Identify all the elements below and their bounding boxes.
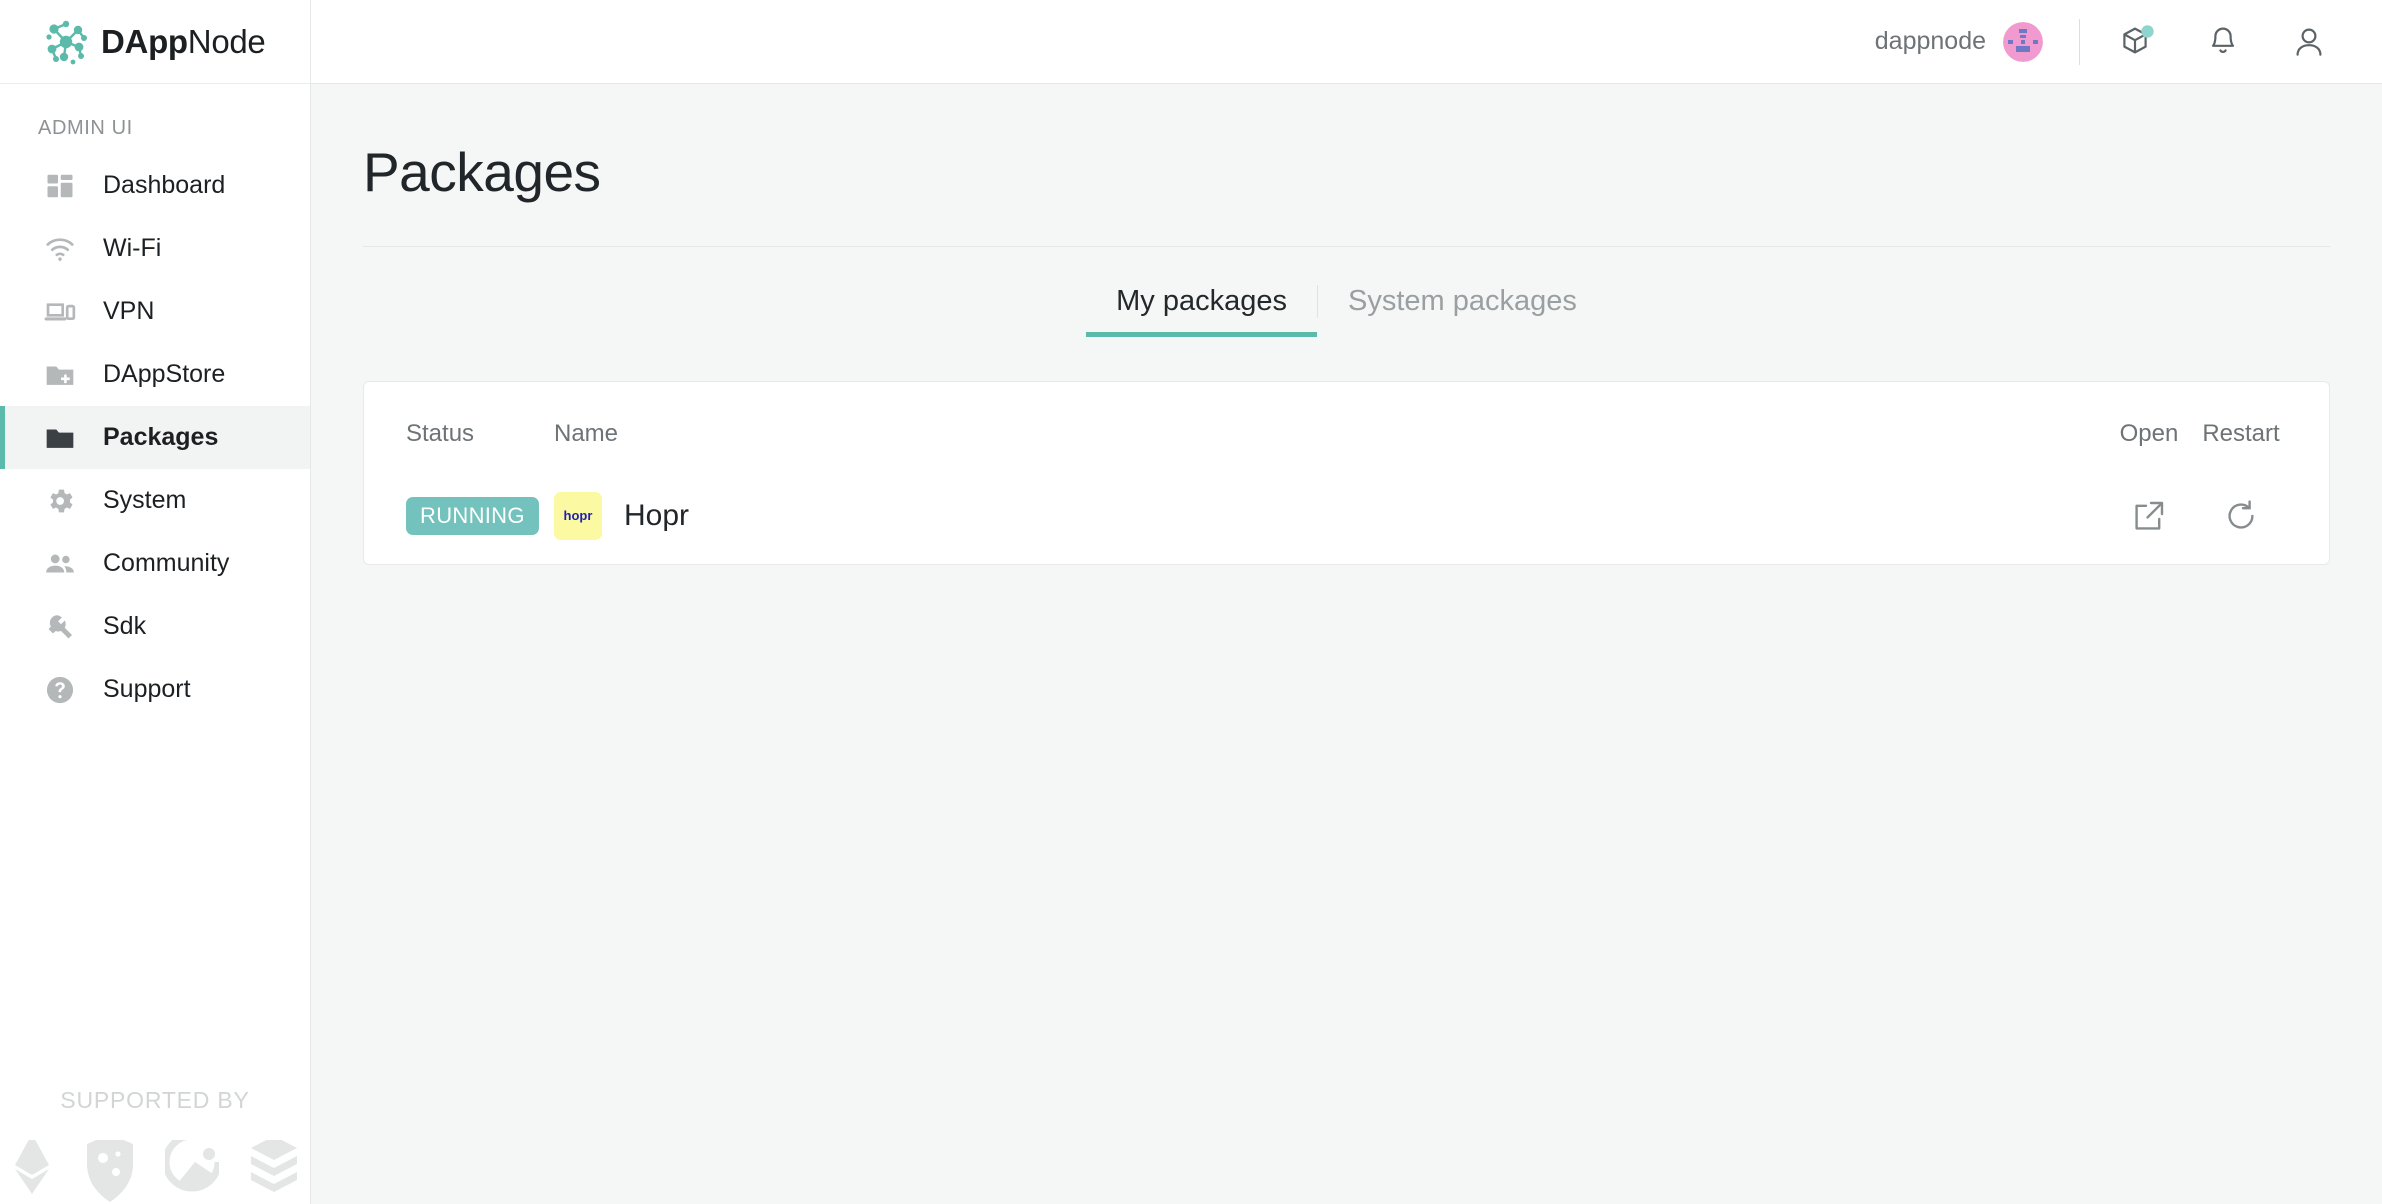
sidebar-item-community[interactable]: Community <box>0 532 310 595</box>
sidebar-item-label: Dashboard <box>103 171 226 199</box>
sidebar-item-dappstore[interactable]: DAppStore <box>0 343 310 406</box>
sidebar-item-label: Packages <box>103 423 219 451</box>
cell-open <box>2103 492 2195 540</box>
gnosis-logo-icon <box>83 1140 137 1204</box>
tabs: My packages System packages <box>363 285 2330 337</box>
packages-card: Status Name Open Restart RUNNING hopr Ho… <box>363 381 2330 565</box>
title-divider <box>363 246 2330 247</box>
sidebar-section-label: ADMIN UI <box>38 117 133 139</box>
avatar <box>2003 21 2043 62</box>
account-icon[interactable] <box>2288 21 2330 63</box>
svg-text:hopr: hopr <box>564 508 593 523</box>
table-row[interactable]: RUNNING hopr Hopr <box>406 468 2287 564</box>
sidebar-item-sdk[interactable]: Sdk <box>0 595 310 658</box>
people-icon <box>43 547 77 581</box>
sidebar-item-dashboard[interactable]: Dashboard <box>0 154 310 217</box>
column-header-status: Status <box>406 420 475 447</box>
devices-icon <box>43 295 77 329</box>
sidebar-item-label: Sdk <box>103 612 147 640</box>
brand-name-light: Node <box>187 22 266 60</box>
page-content: Packages My packages System packages Sta… <box>311 84 2382 1204</box>
giveth-blocks-logo-icon <box>247 1140 301 1204</box>
gear-icon <box>43 484 77 518</box>
topbar-divider <box>2079 18 2080 65</box>
topbar-icons <box>2116 21 2330 63</box>
sidebar-item-label: Support <box>103 675 191 703</box>
column-header-restart: Restart <box>2202 420 2280 447</box>
supported-by-label: SUPPORTED BY <box>60 1087 250 1113</box>
sidebar-item-wifi[interactable]: Wi-Fi <box>0 217 310 280</box>
supported-by-section: SUPPORTED BY <box>0 1087 310 1204</box>
sidebar-item-vpn[interactable]: VPN <box>0 280 310 343</box>
sidebar-item-packages[interactable]: Packages <box>0 406 310 469</box>
sidebar-nav: Dashboard Wi-Fi VPN DAppStore Packages S… <box>0 154 310 721</box>
brand-logo[interactable]: DAppNode <box>0 0 310 84</box>
sidebar-item-support[interactable]: Support <box>0 658 310 721</box>
aragon-logo-icon <box>165 1140 219 1204</box>
brand-name: DAppNode <box>101 22 266 61</box>
user-name-label: dappnode <box>1874 27 1986 55</box>
wifi-icon <box>43 232 77 266</box>
dashboard-icon <box>43 169 77 203</box>
user-menu[interactable]: dappnode <box>1874 21 2043 62</box>
packages-table: Status Name Open Restart RUNNING hopr Ho… <box>406 382 2287 564</box>
main-region: dappnode Packages My packages System pac… <box>311 0 2382 1204</box>
table-header-row: Status Name Open Restart <box>406 382 2287 468</box>
folder-add-icon <box>43 358 77 392</box>
refresh-icon <box>2221 496 2261 536</box>
cube-icon[interactable] <box>2116 21 2158 63</box>
page-title: Packages <box>363 141 601 203</box>
sidebar-item-label: System <box>103 486 187 514</box>
sidebar-item-label: Community <box>103 549 230 577</box>
restart-button[interactable] <box>2217 492 2265 540</box>
tab-my-packages[interactable]: My packages <box>1086 285 1317 337</box>
column-header-name: Name <box>554 420 619 447</box>
ethereum-logo-icon <box>9 1140 55 1204</box>
sidebar-item-label: VPN <box>103 297 155 325</box>
cell-restart <box>2195 492 2287 540</box>
sidebar-item-label: Wi-Fi <box>103 234 162 262</box>
sidebar: DAppNode ADMIN UI Dashboard Wi-Fi VPN DA… <box>0 0 311 1204</box>
sidebar-item-label: DAppStore <box>103 360 226 388</box>
dappnode-molecule-logo-icon <box>40 16 92 68</box>
column-header-open: Open <box>2119 420 2179 447</box>
open-button[interactable] <box>2125 492 2173 540</box>
wrench-icon <box>43 610 77 644</box>
folder-icon <box>43 421 77 455</box>
external-link-icon <box>2129 496 2169 536</box>
status-badge: RUNNING <box>406 497 539 535</box>
help-circle-icon <box>43 673 77 707</box>
package-name: Hopr <box>624 499 690 532</box>
topbar: dappnode <box>311 0 2382 84</box>
supported-by-logos <box>9 1140 301 1204</box>
cell-status: RUNNING <box>406 497 554 535</box>
app-root: DAppNode ADMIN UI Dashboard Wi-Fi VPN DA… <box>0 0 2382 1204</box>
hopr-logo-icon: hopr <box>554 492 602 540</box>
sidebar-item-system[interactable]: System <box>0 469 310 532</box>
brand-name-bold: DApp <box>101 22 188 60</box>
tab-system-packages[interactable]: System packages <box>1318 285 1607 337</box>
cell-name: hopr Hopr <box>554 492 2103 540</box>
bell-icon[interactable] <box>2202 21 2244 63</box>
